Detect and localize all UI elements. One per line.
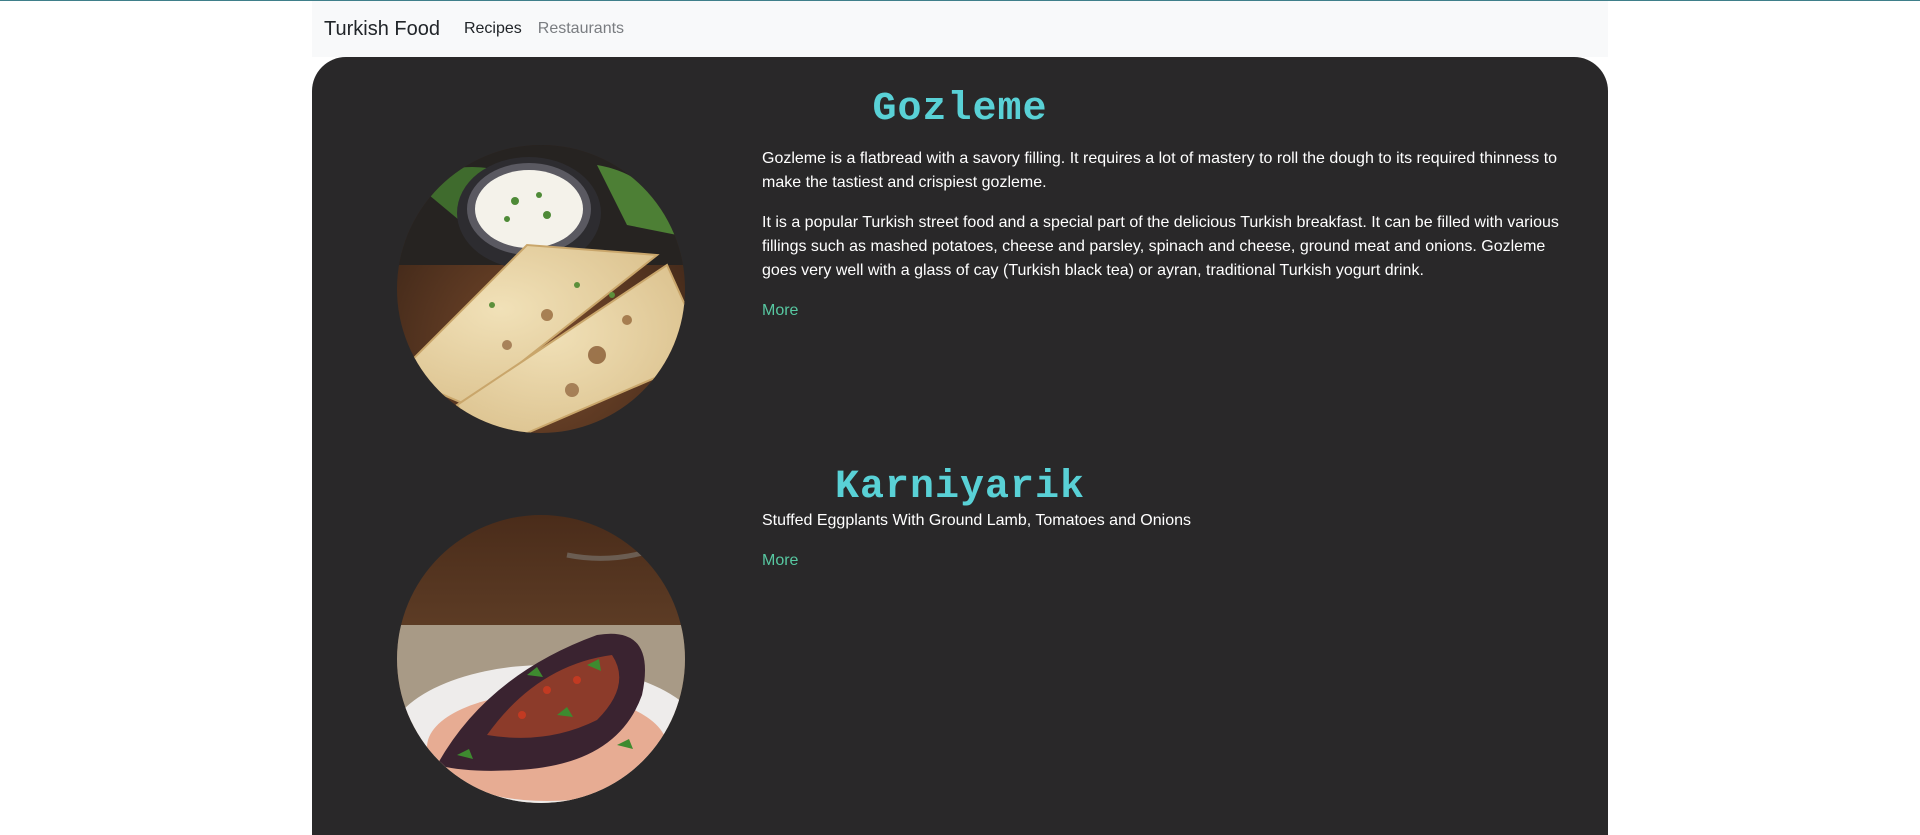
recipe-paragraph: Gozleme is a flatbread with a savory fil… xyxy=(762,150,1558,191)
nav-link-restaurants[interactable]: Restaurants xyxy=(538,20,624,38)
recipe-paragraph: Stuffed Eggplants With Ground Lamb, Toma… xyxy=(762,512,1191,529)
recipe-text: Gozleme is a flatbread with a savory fil… xyxy=(762,147,1582,323)
more-link[interactable]: More xyxy=(762,549,798,573)
recipe-text: Stuffed Eggplants With Ground Lamb, Toma… xyxy=(762,509,1582,573)
nav-link-recipes[interactable]: Recipes xyxy=(464,20,522,38)
karniyarik-photo xyxy=(397,515,685,803)
recipe-title: Gozleme xyxy=(872,87,1048,132)
page-container: Turkish Food Recipes Restaurants Gozleme xyxy=(312,1,1608,835)
more-link[interactable]: More xyxy=(762,299,798,323)
recipes-panel: Gozleme Gozleme is a flatbread with a sa… xyxy=(312,57,1608,835)
brand-link[interactable]: Turkish Food xyxy=(324,18,440,41)
recipe-title: Karniyarik xyxy=(834,465,1086,510)
gozleme-photo xyxy=(397,145,685,433)
navbar: Turkish Food Recipes Restaurants xyxy=(312,1,1608,57)
recipe-paragraph: It is a popular Turkish street food and … xyxy=(762,214,1559,279)
